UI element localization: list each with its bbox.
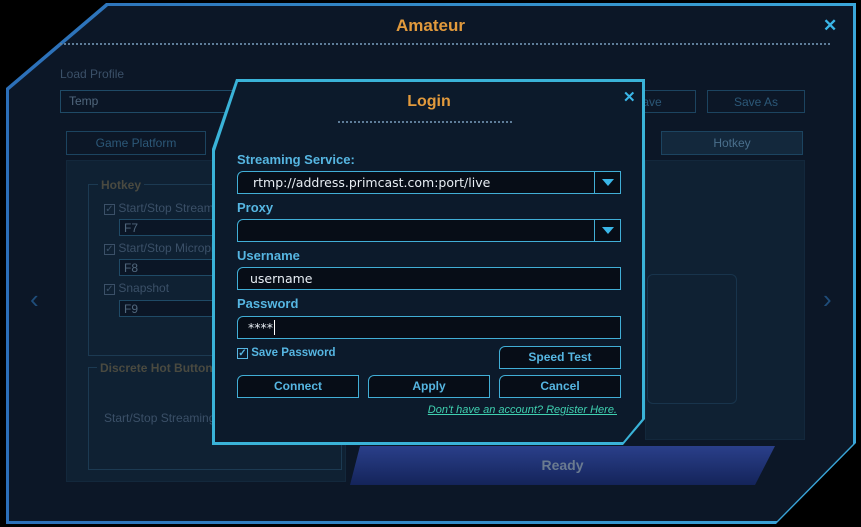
register-link[interactable]: Don't have an account? Register Here. — [428, 404, 617, 416]
proxy-label: Proxy — [237, 200, 274, 215]
cancel-button[interactable]: Cancel — [499, 375, 621, 398]
tab-hotkey[interactable]: Hotkey — [661, 131, 803, 155]
close-icon[interactable]: ✕ — [623, 88, 636, 106]
streaming-service-select[interactable]: rtmp://address.primcast.com:port/live — [237, 171, 621, 194]
keyboard-image — [647, 274, 737, 404]
username-label: Username — [237, 248, 300, 263]
save-password-label: Save Password — [251, 347, 336, 359]
checkbox-checked-icon: ✓ — [237, 348, 248, 359]
dropdown-arrow-icon[interactable] — [594, 220, 620, 241]
save-as-button[interactable]: Save As — [707, 90, 805, 113]
speed-test-button[interactable]: Speed Test — [499, 346, 621, 369]
chevron-left-icon[interactable]: ‹ — [30, 284, 39, 315]
apply-button[interactable]: Apply — [368, 375, 490, 398]
username-input[interactable]: username — [237, 267, 621, 290]
login-title: Login — [407, 93, 451, 110]
discrete-group-title: Discrete Hot Button — [97, 361, 216, 375]
window-title: Amateur — [396, 16, 465, 35]
streaming-service-label: Streaming Service: — [237, 152, 355, 167]
hotkey-item-label: Snapshot — [118, 281, 170, 295]
close-icon[interactable]: ✕ — [823, 16, 837, 36]
hotkey-item[interactable]: ✓ Snapshot — [104, 281, 169, 295]
chevron-right-icon[interactable]: › — [823, 284, 832, 315]
login-title-divider — [338, 121, 514, 123]
connect-button[interactable]: Connect — [237, 375, 359, 398]
password-input[interactable]: **** — [237, 316, 621, 339]
proxy-select[interactable] — [237, 219, 621, 242]
password-label: Password — [237, 296, 299, 311]
text-cursor — [274, 320, 275, 335]
tab-game-platform[interactable]: Game Platform — [66, 131, 206, 155]
load-profile-label: Load Profile — [60, 67, 125, 81]
hotkey-group-title: Hotkey — [98, 178, 145, 192]
status-bar: Ready — [350, 446, 775, 485]
dropdown-arrow-icon[interactable] — [594, 172, 620, 193]
streaming-service-value: rtmp://address.primcast.com:port/live — [253, 175, 491, 190]
password-value: **** — [248, 320, 273, 335]
hotkey-item[interactable]: ✓ Start/Stop Streaming — [104, 201, 230, 215]
discrete-item[interactable]: Start/Stop Streaming — [104, 411, 215, 425]
save-password-checkbox[interactable]: ✓ Save Password — [237, 347, 336, 359]
title-divider — [60, 43, 830, 45]
